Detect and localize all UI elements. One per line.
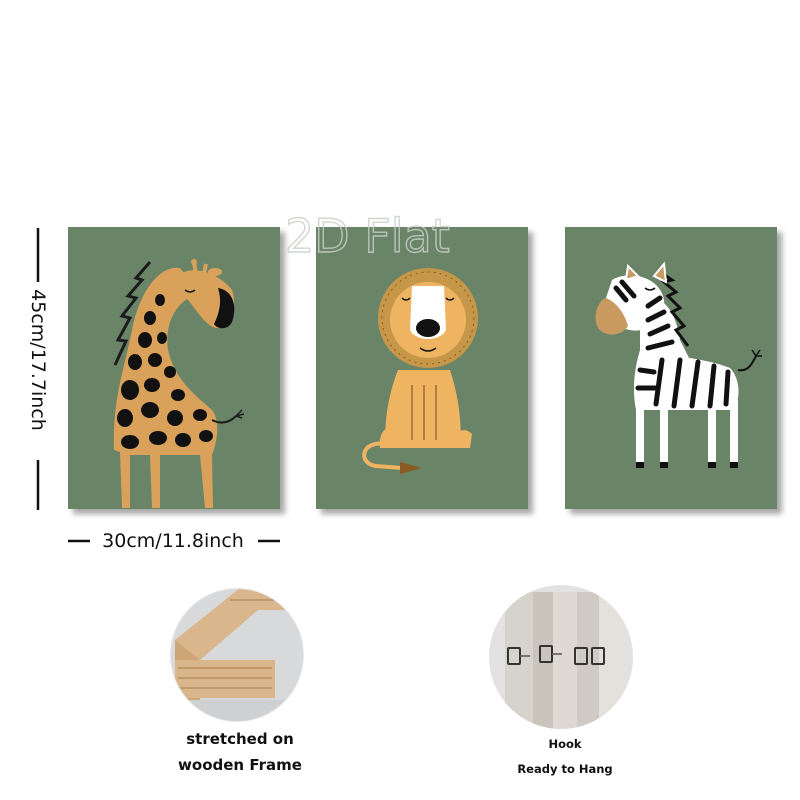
zebra-canvas-panel [565,227,777,509]
watermark: 2D Flat [285,209,450,263]
width-dimension-label: 30cm/11.8inch [102,530,244,552]
giraffe-canvas-panel [68,227,280,509]
frame-caption-line-2: wooden Frame [178,756,302,774]
hook-caption-line-1: Hook [548,737,582,751]
product-image: 2D Flat [36,208,777,729]
frame-caption-line-1: stretched on [186,730,294,748]
hook-photo [489,585,633,729]
wooden-frame-photo [170,588,304,722]
lion-canvas-panel [316,227,528,509]
height-dimension-label: 45cm/17.7inch [27,289,49,431]
hook-caption-line-2: Ready to Hang [517,762,613,776]
